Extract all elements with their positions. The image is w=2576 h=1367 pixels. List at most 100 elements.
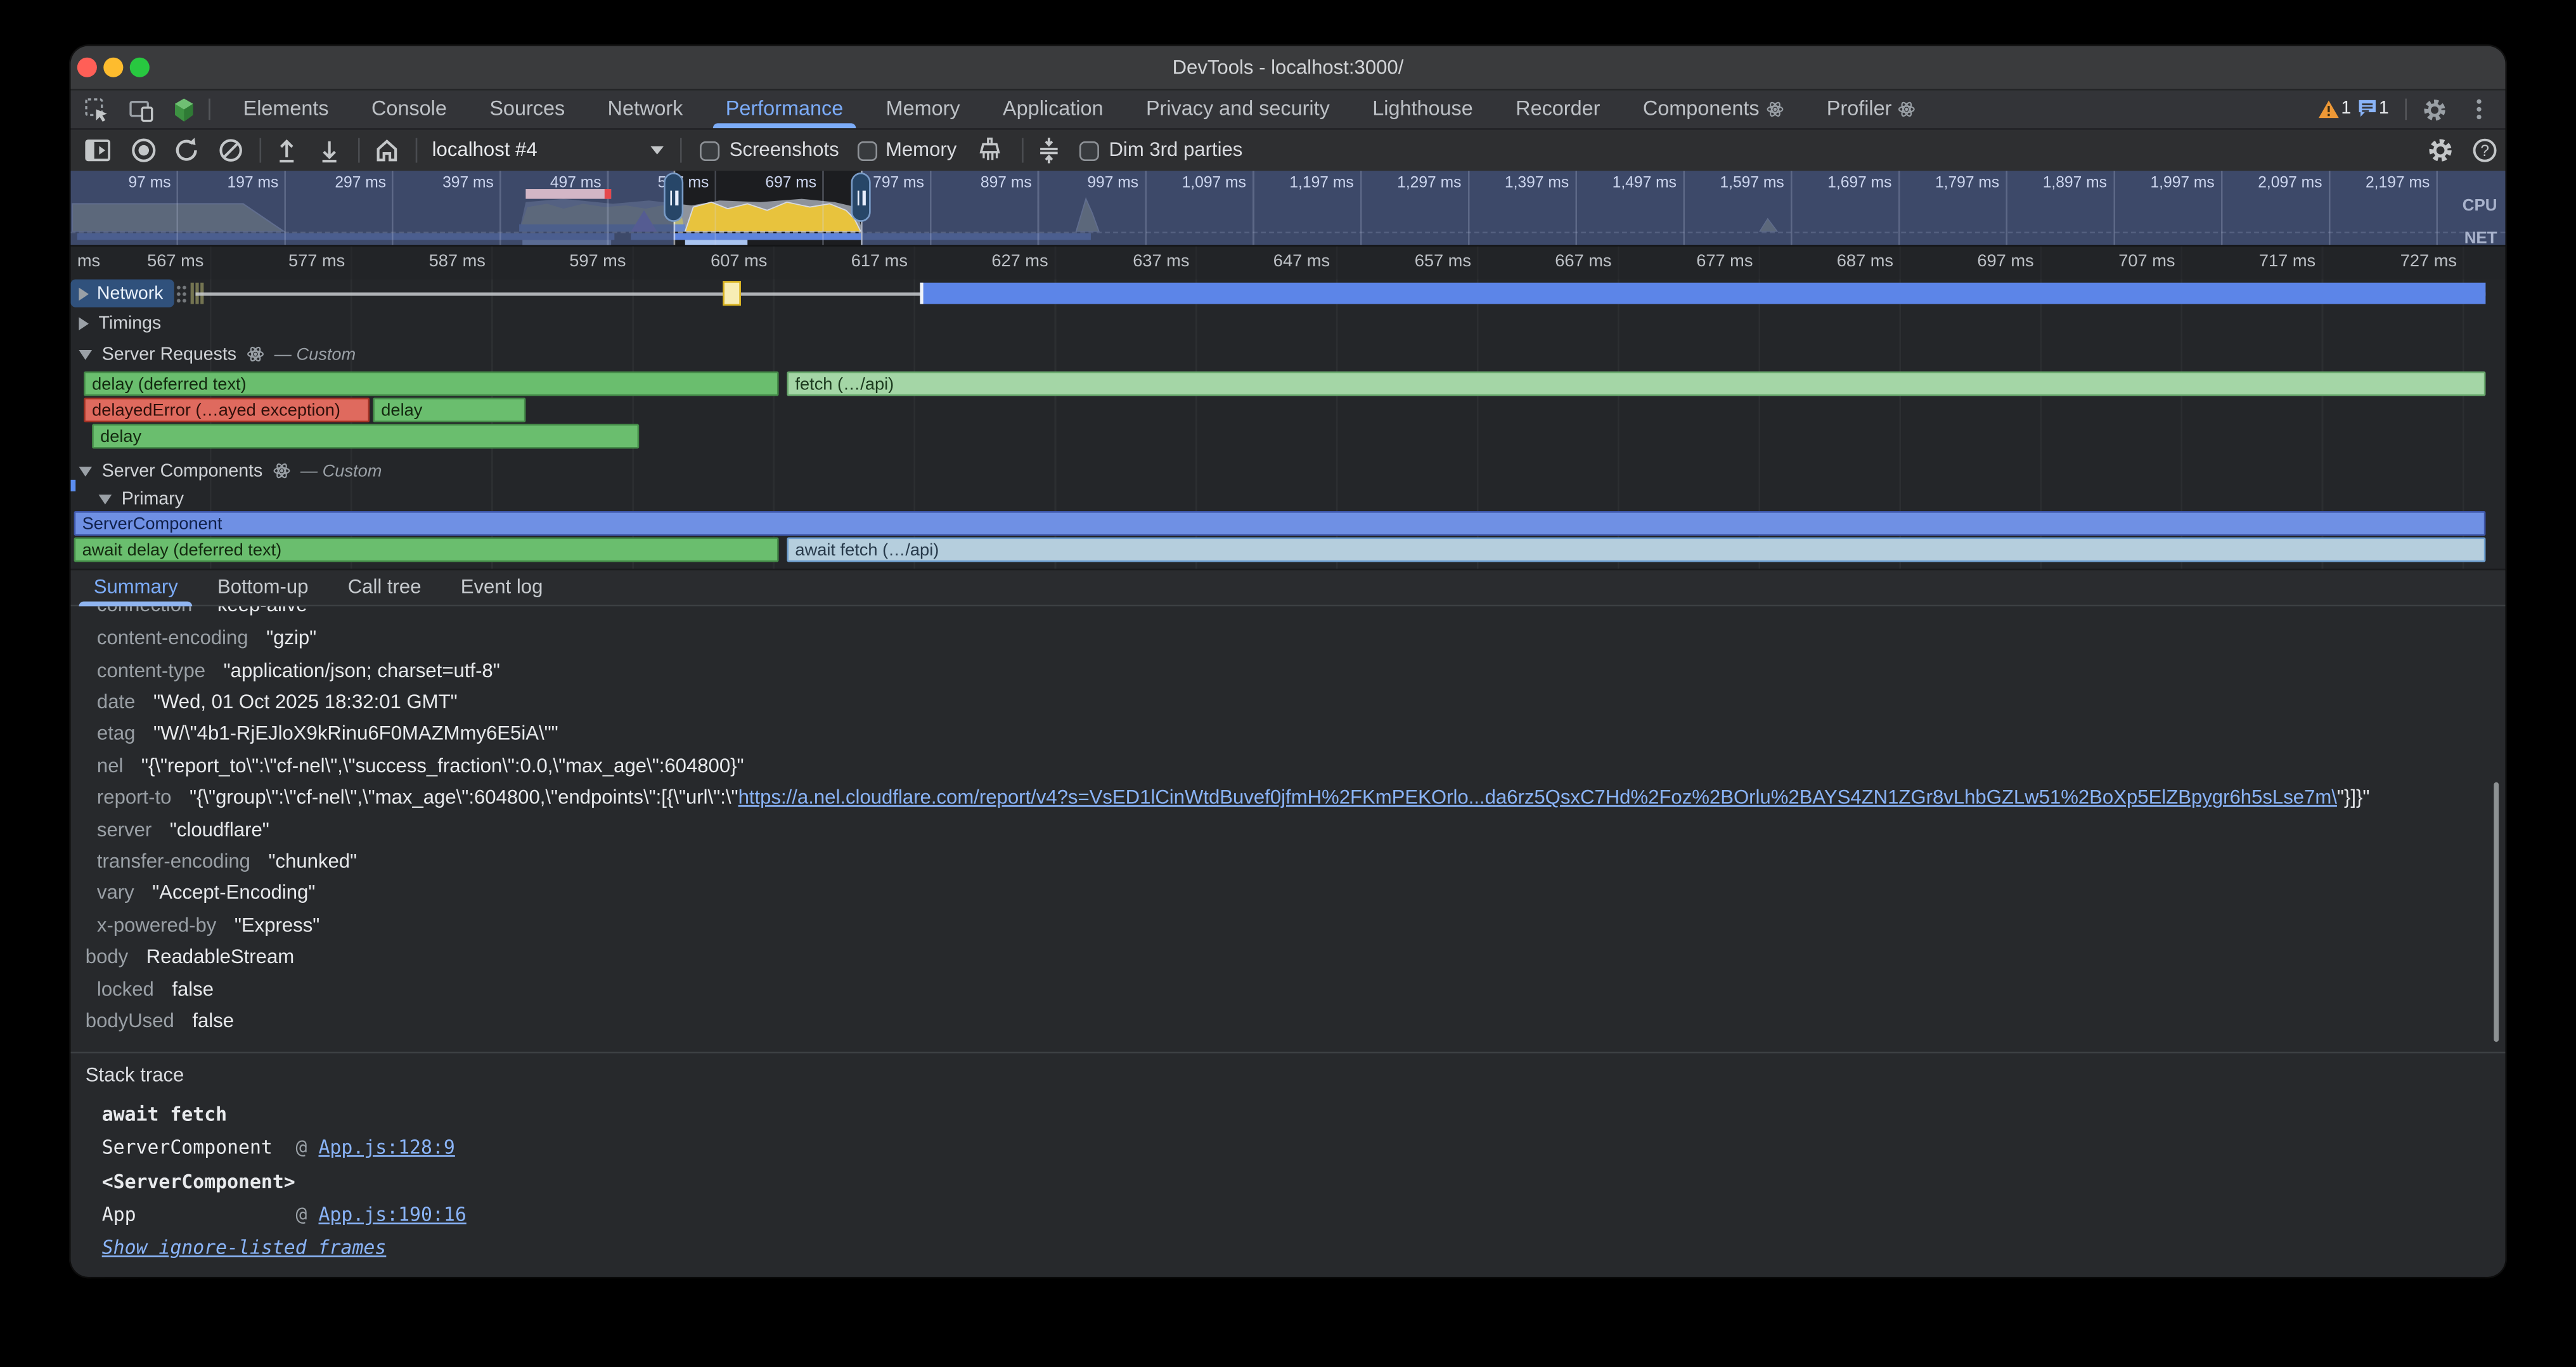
overview-tick-label: 97 ms xyxy=(86,174,171,193)
stack-trace-title: Stack trace xyxy=(86,1063,184,1086)
flame-bar-delay-deferred-text[interactable]: delay (deferred text) xyxy=(84,372,778,396)
toggle-sidebar-icon[interactable] xyxy=(84,136,112,164)
primary-group-header[interactable]: Primary xyxy=(91,485,184,513)
report-endpoint-link[interactable]: https://a.nel.cloudflare.com/report/v4?s… xyxy=(738,786,2337,808)
stack-frame: ServerComponent@ App.js:128:9 xyxy=(102,1136,455,1158)
flame-bar-delay[interactable]: delay xyxy=(92,424,639,449)
expand-arrow-icon[interactable] xyxy=(79,316,89,330)
tab-bottom-up[interactable]: Bottom-up xyxy=(198,570,328,604)
show-ignore-listed-frames[interactable]: Show ignore-listed frames xyxy=(102,1236,387,1259)
capture-settings-gear-icon[interactable] xyxy=(2426,136,2454,164)
custom-track-suffix: — Custom xyxy=(274,344,356,364)
flame-bar-fetch-api[interactable]: fetch (…/api) xyxy=(787,372,2485,396)
overview-tick-label: 2,197 ms xyxy=(2344,174,2430,193)
help-icon[interactable]: ? xyxy=(2471,136,2499,164)
custom-track-suffix: — Custom xyxy=(300,461,382,481)
server-components-track-header[interactable]: Server Components — Custom xyxy=(70,457,382,485)
garbage-collect-icon[interactable] xyxy=(976,136,1004,164)
overview-tick-label: 2,097 ms xyxy=(2237,174,2322,193)
record-icon[interactable] xyxy=(130,136,158,164)
flame-bar-await-delay[interactable]: await delay (deferred text) xyxy=(74,538,779,562)
source-location-link[interactable]: App.js:190:16 xyxy=(318,1203,466,1226)
flame-bar-delayed-error[interactable]: delayedError (…ayed exception) xyxy=(84,398,370,422)
selection-right-handle[interactable] xyxy=(851,172,871,222)
collapse-arrow-icon[interactable] xyxy=(79,349,92,360)
tab-summary[interactable]: Summary xyxy=(74,570,198,604)
issues-message-icon[interactable] xyxy=(2357,99,2377,119)
reload-and-record-icon[interactable] xyxy=(172,136,200,164)
timings-track-header[interactable]: Timings xyxy=(70,309,161,337)
tab-console[interactable]: Console xyxy=(350,91,468,129)
header-value: "chunked" xyxy=(268,850,357,872)
chevron-down-icon[interactable] xyxy=(650,146,664,155)
stack-frame: App@ App.js:190:16 xyxy=(102,1203,467,1226)
source-location-link[interactable]: App.js:128:9 xyxy=(318,1136,454,1158)
overview-tick-label: 697 ms xyxy=(731,174,816,193)
property-value: ReadableStream xyxy=(146,945,294,968)
tab-sources[interactable]: Sources xyxy=(468,91,586,129)
panel-tabs: Elements Console Sources Network Perform… xyxy=(222,91,1938,129)
timeline-overview[interactable]: 97 ms 197 ms 297 ms 397 ms 497 ms 597 ms… xyxy=(70,171,2505,247)
network-track-label: Network xyxy=(97,283,164,303)
screenshots-checkbox[interactable] xyxy=(700,141,719,160)
settings-gear-icon[interactable] xyxy=(2421,96,2447,122)
network-track-header[interactable]: Network xyxy=(70,280,174,308)
expand-arrow-icon[interactable] xyxy=(79,287,89,300)
load-profile-icon[interactable] xyxy=(273,136,300,164)
property-value: false xyxy=(172,977,214,1000)
tab-performance[interactable]: Performance xyxy=(704,91,865,129)
performance-toolbar: localhost #4 Screenshots Memory Dim 3rd … xyxy=(70,130,2505,172)
svg-text:?: ? xyxy=(2480,143,2489,160)
tab-privacy-and-security[interactable]: Privacy and security xyxy=(1124,91,1351,129)
tab-event-log[interactable]: Event log xyxy=(441,570,563,604)
at-symbol: @ xyxy=(296,1203,307,1226)
tab-memory[interactable]: Memory xyxy=(865,91,981,129)
warning-icon[interactable] xyxy=(2318,99,2340,120)
network-track[interactable]: Network xyxy=(70,280,2505,309)
selection-left-handle[interactable] xyxy=(664,172,683,222)
header-key: nel xyxy=(97,753,124,776)
tab-elements[interactable]: Elements xyxy=(222,91,350,129)
tab-recorder[interactable]: Recorder xyxy=(1494,91,1621,129)
ruler-tick-label: 637 ms xyxy=(1091,252,1190,271)
server-requests-track-header[interactable]: Server Requests — Custom xyxy=(70,340,356,368)
warning-count: 1 xyxy=(2341,91,2351,129)
overview-tick-label: 1,597 ms xyxy=(1699,174,1784,193)
extension-gem-icon[interactable] xyxy=(171,97,197,123)
vertical-scrollbar[interactable] xyxy=(2494,782,2499,1042)
property-row: bodyReadableStream xyxy=(86,945,2492,971)
collapse-tracks-icon[interactable] xyxy=(1035,136,1063,164)
timeline-ruler[interactable]: ms 567 ms 577 ms 587 ms 597 ms 607 ms 61… xyxy=(70,247,2505,280)
dim-3rd-parties-checkbox[interactable] xyxy=(1079,141,1099,160)
device-toolbar-icon[interactable] xyxy=(128,97,154,123)
tab-label: Summary xyxy=(94,575,178,598)
tab-label: Memory xyxy=(886,91,960,129)
memory-checkbox[interactable] xyxy=(858,141,877,160)
kebab-menu-icon[interactable] xyxy=(2468,97,2490,122)
collapse-arrow-icon[interactable] xyxy=(79,466,92,476)
network-request-marker[interactable] xyxy=(723,281,741,306)
profile-select[interactable]: localhost #4 xyxy=(432,130,538,171)
collapse-arrow-icon[interactable] xyxy=(99,494,112,504)
summary-pane[interactable]: connection"keep-alive" content-encoding"… xyxy=(70,606,2505,1051)
tab-call-tree[interactable]: Call tree xyxy=(328,570,441,604)
tab-profiler[interactable]: Profiler xyxy=(1805,91,1938,129)
network-request-bar[interactable] xyxy=(920,283,2485,304)
tab-application[interactable]: Application xyxy=(981,91,1124,129)
tab-components[interactable]: Components xyxy=(1621,91,1805,129)
header-key: etag xyxy=(97,722,136,744)
header-value: "Express" xyxy=(235,913,319,936)
flame-bar-await-fetch[interactable]: await fetch (…/api) xyxy=(787,538,2485,562)
save-profile-icon[interactable] xyxy=(316,136,344,164)
track-drag-handle[interactable] xyxy=(176,284,187,304)
clear-icon[interactable] xyxy=(217,136,245,164)
flame-bar-delay[interactable]: delay xyxy=(373,398,525,422)
overview-tick-label: 497 ms xyxy=(516,174,602,193)
tab-lighthouse[interactable]: Lighthouse xyxy=(1351,91,1495,129)
flame-bar-server-component[interactable]: ServerComponent xyxy=(74,511,2486,536)
inspect-element-icon[interactable] xyxy=(84,97,110,123)
home-icon[interactable] xyxy=(373,136,401,164)
overview-tick-label: 1,097 ms xyxy=(1161,174,1246,193)
at-symbol: @ xyxy=(296,1136,307,1158)
tab-network[interactable]: Network xyxy=(586,91,704,129)
